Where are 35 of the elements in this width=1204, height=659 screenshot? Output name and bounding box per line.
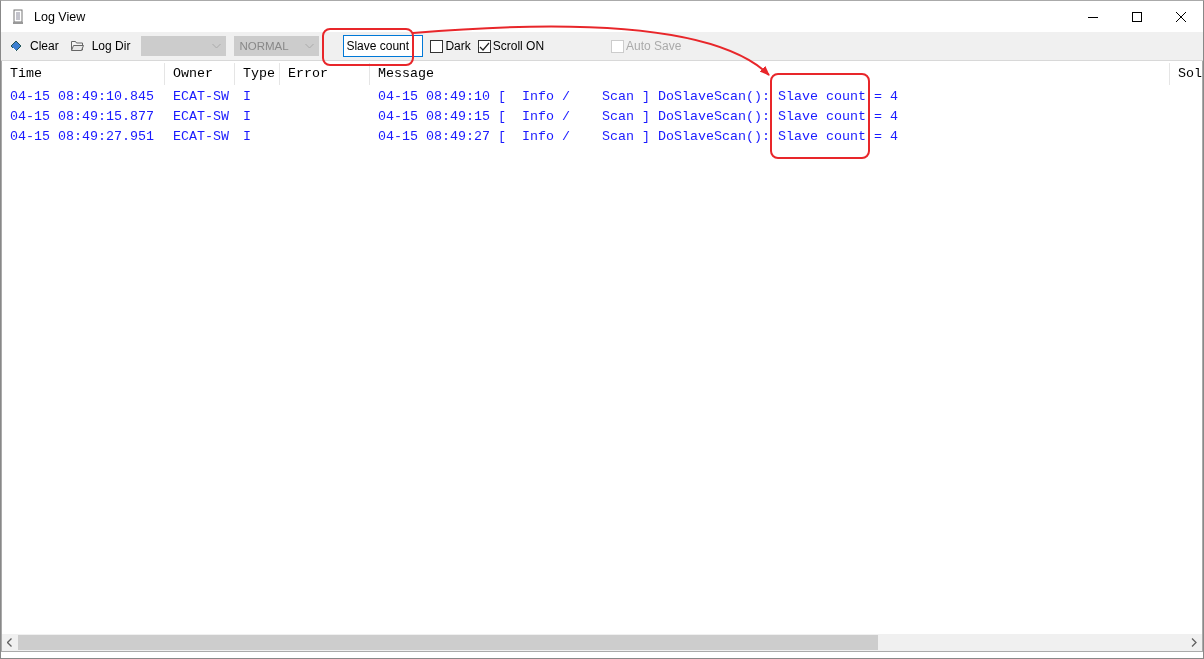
scroll-right-icon[interactable]	[1191, 638, 1197, 647]
column-header[interactable]: Sol	[1170, 63, 1202, 85]
window-title: Log View	[34, 9, 86, 24]
scroll-left-icon	[7, 638, 13, 647]
column-header[interactable]: Error	[280, 63, 370, 85]
clear-button[interactable]: Clear	[7, 37, 62, 55]
column-header[interactable]: Owner	[165, 63, 235, 85]
chevron-down-icon	[305, 43, 315, 49]
table-cell-text: 04-15 08:49:15.877	[9, 108, 155, 124]
eraser-icon	[10, 40, 22, 52]
scrollbar-thumb[interactable]	[18, 635, 878, 650]
maximize-icon[interactable]	[1132, 11, 1142, 22]
document-icon	[12, 8, 24, 25]
table-cell-text: ECAT-SW	[172, 88, 230, 104]
table-cell-text: 04-15 08:49:27 [ Info / Scan ] DoSlaveScan(): Slave count = 4	[377, 128, 898, 144]
checkbox[interactable]: Scroll ON	[477, 39, 545, 53]
chevron-down-icon	[212, 43, 222, 49]
column-header[interactable]: Time	[2, 63, 165, 85]
folder-icon	[70, 40, 84, 52]
table-cell-text: ECAT-SW	[172, 108, 230, 124]
checkmark-icon	[478, 41, 490, 51]
column-header[interactable]: Message	[370, 63, 1170, 85]
checkbox[interactable]: Dark	[430, 39, 471, 53]
table-cell-text: 04-15 08:49:10 [ Info / Scan ] DoSlaveScan(): Slave count = 4	[377, 88, 898, 104]
log-dir-button[interactable]: Log Dir	[67, 37, 134, 55]
table-cell-text: 04-15 08:49:15 [ Info / Scan ] DoSlaveScan(): Slave count = 4	[377, 108, 898, 124]
table-cell-text: ECAT-SW	[172, 128, 230, 144]
column-header[interactable]: Type	[235, 63, 280, 85]
close-icon[interactable]	[1176, 11, 1186, 22]
table-cell-text: I	[242, 128, 252, 144]
table-cell-text: I	[242, 108, 252, 124]
table-cell-text: 04-15 08:49:10.845	[9, 88, 155, 104]
search-field[interactable]: Slave count	[343, 35, 424, 57]
table-cell-text: I	[242, 88, 252, 104]
table-cell-text: 04-15 08:49:27.951	[9, 128, 155, 144]
